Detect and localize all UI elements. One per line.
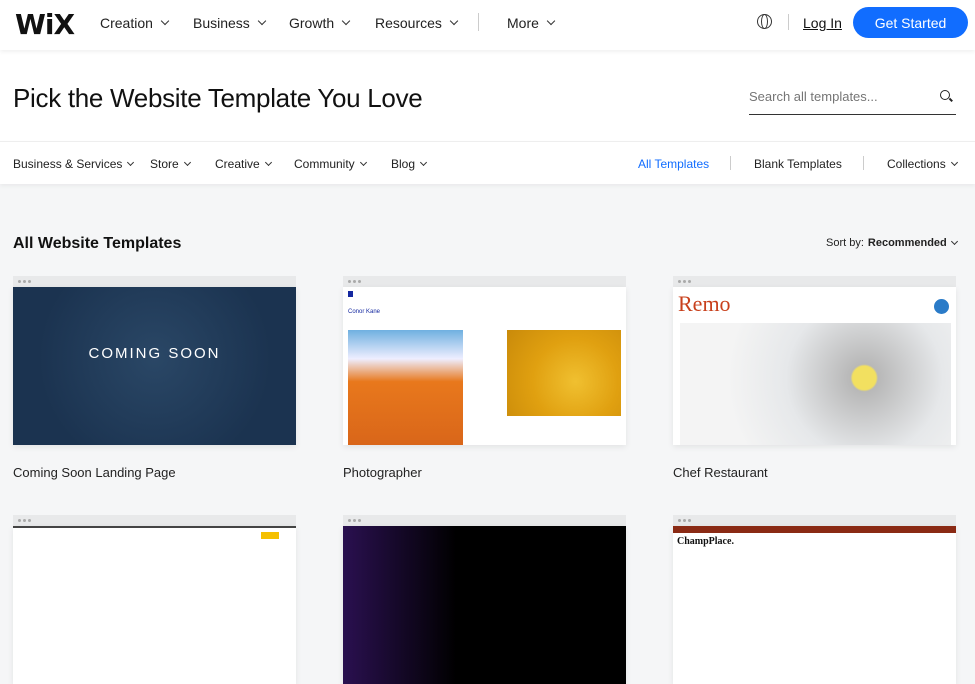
browser-bar <box>13 276 296 287</box>
nav-label: Creation <box>100 15 153 31</box>
chevron-down-icon <box>341 16 351 26</box>
login-link[interactable]: Log In <box>803 15 842 31</box>
hero: Pick the Website Template You Love <box>0 50 975 141</box>
photo-oysters <box>680 323 951 445</box>
chevron-down-icon <box>160 16 170 26</box>
get-started-button[interactable]: Get Started <box>853 7 968 38</box>
browser-bar <box>13 515 296 526</box>
sort-dropdown[interactable]: Sort by: Recommended <box>826 237 958 249</box>
collections-menu[interactable]: Collections <box>887 157 958 171</box>
template-preview[interactable]: Remo <box>673 287 956 445</box>
category-creative[interactable]: Creative <box>215 157 272 171</box>
page-title: Pick the Website Template You Love <box>13 83 423 113</box>
divider <box>730 156 731 170</box>
preview-text: Remo <box>678 291 731 316</box>
sort-value: Recommended <box>867 237 947 249</box>
nav-label: Business <box>193 15 250 31</box>
photo-portrait <box>348 330 463 445</box>
browser-bar <box>673 515 956 526</box>
nav-creation[interactable]: Creation <box>100 15 170 31</box>
chevron-down-icon <box>419 158 428 166</box>
search-box <box>749 80 956 115</box>
template-card[interactable] <box>343 515 626 684</box>
nav-business[interactable]: Business <box>193 15 267 31</box>
template-card[interactable]: COMING SOON Coming Soon Landing Page <box>13 276 296 480</box>
nav-label: Growth <box>289 15 335 31</box>
category-label: Community <box>294 157 355 171</box>
globe-icon[interactable] <box>757 14 772 29</box>
chevron-down-icon <box>546 16 556 26</box>
category-business-services[interactable]: Business & Services <box>13 157 135 171</box>
template-card[interactable] <box>13 515 296 684</box>
search-input[interactable] <box>749 89 929 104</box>
template-preview[interactable]: ChampPlace. <box>673 526 956 684</box>
preview-text: COMING SOON <box>88 345 221 362</box>
category-store[interactable]: Store <box>150 157 191 171</box>
chevron-down-icon <box>950 237 958 245</box>
browser-bar <box>673 276 956 287</box>
preview-text: Conor Kane <box>348 309 381 315</box>
divider <box>478 13 479 31</box>
template-preview[interactable]: Conor Kane <box>343 287 626 445</box>
template-card[interactable]: Remo Chef Restaurant <box>673 276 956 480</box>
template-preview[interactable]: COMING SOON <box>13 287 296 445</box>
chevron-down-icon <box>449 16 459 26</box>
chevron-down-icon <box>183 158 191 166</box>
preview-button <box>261 532 279 539</box>
search-icon[interactable] <box>940 90 950 100</box>
category-label: Creative <box>215 157 260 171</box>
nav-more[interactable]: More <box>507 15 556 31</box>
browser-bar <box>343 515 626 526</box>
chevron-down-icon <box>264 158 272 166</box>
template-preview[interactable] <box>343 526 626 684</box>
chevron-down-icon <box>127 158 135 166</box>
category-label: Blog <box>391 157 416 171</box>
template-name[interactable]: Coming Soon Landing Page <box>13 465 296 480</box>
nav-resources[interactable]: Resources <box>375 15 459 31</box>
template-card[interactable]: Conor Kane Photographer <box>343 276 626 480</box>
template-card[interactable]: ChampPlace. <box>673 515 956 684</box>
blank-templates-link[interactable]: Blank Templates <box>754 157 842 171</box>
category-label: Business & Services <box>13 157 123 171</box>
wix-logo[interactable]: WiX <box>15 8 75 41</box>
nav-label: More <box>507 15 539 31</box>
template-name[interactable]: Photographer <box>343 465 626 480</box>
category-blog[interactable]: Blog <box>391 157 428 171</box>
section-title: All Website Templates <box>13 235 182 252</box>
all-templates-link[interactable]: All Templates <box>638 157 709 171</box>
preview-text: ChampPlace. <box>677 536 734 547</box>
divider <box>788 14 789 30</box>
template-preview[interactable] <box>13 526 296 684</box>
menu-icon <box>934 299 949 314</box>
chevron-down-icon <box>359 158 367 166</box>
nav-growth[interactable]: Growth <box>289 15 351 31</box>
photo-yellow <box>507 330 621 416</box>
browser-bar <box>343 276 626 287</box>
nav-label: Resources <box>375 15 442 31</box>
divider <box>863 156 864 170</box>
category-label: Store <box>150 157 179 171</box>
category-label: Collections <box>887 157 946 171</box>
chevron-down-icon <box>950 158 958 166</box>
template-name[interactable]: Chef Restaurant <box>673 465 956 480</box>
sort-label: Sort by: <box>826 237 864 249</box>
top-header: WiX Creation Business Growth Resources M… <box>0 0 975 50</box>
chevron-down-icon <box>257 16 267 26</box>
category-community[interactable]: Community <box>294 157 367 171</box>
logo-mark <box>348 291 353 297</box>
category-nav: Business & Services Store Creative Commu… <box>0 141 975 184</box>
